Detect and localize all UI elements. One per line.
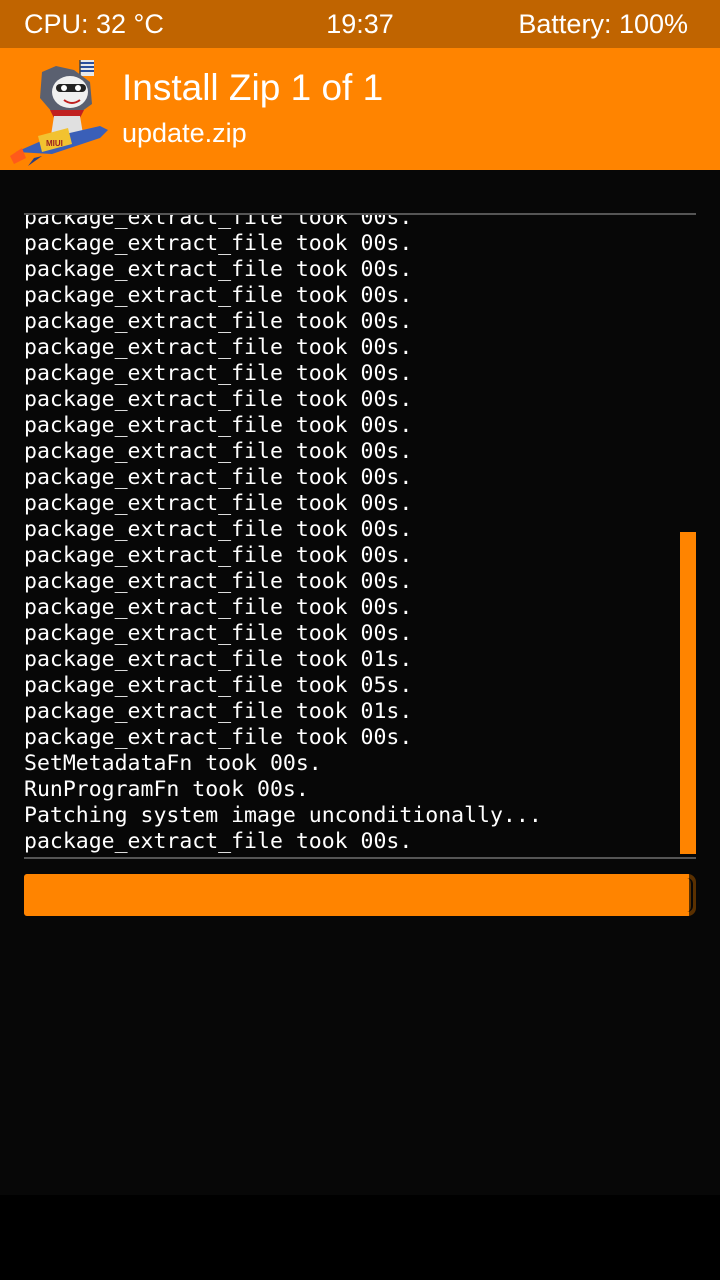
page-title: Install Zip 1 of 1 xyxy=(122,67,384,108)
battery-level: Battery: 100% xyxy=(518,9,688,39)
console-line: package_extract_file took 00s. xyxy=(24,595,413,620)
console-line: package_extract_file took 00s. xyxy=(24,413,413,438)
console-scrollbar[interactable] xyxy=(680,532,696,854)
console-line: package_extract_file took 00s. xyxy=(24,517,413,542)
console-line: package_extract_file took 00s. xyxy=(24,829,413,854)
logo-text: MIUI xyxy=(46,139,63,148)
progress-end-cap xyxy=(685,878,693,912)
console-line: package_extract_file took 00s. xyxy=(24,465,413,490)
console-line: package_extract_file took 00s. xyxy=(24,439,413,464)
console-line: package_extract_file took 00s. xyxy=(24,213,413,230)
header: MIUI Install Zip 1 of 1 update.zip xyxy=(0,48,720,170)
console-line: package_extract_file took 00s. xyxy=(24,543,413,568)
console-output[interactable]: package_extract_file took 00s. package_ex… xyxy=(24,213,696,859)
status-bar: CPU: 32 °C 19:37 Battery: 100% xyxy=(0,0,720,48)
console-line: package_extract_file took 00s. xyxy=(24,569,413,594)
console-line: package_extract_file took 01s. xyxy=(24,699,413,724)
console-line: package_extract_file took 00s. xyxy=(24,491,413,516)
console-line: package_extract_file took 05s. xyxy=(24,673,413,698)
console-line: package_extract_file took 00s. xyxy=(24,309,413,334)
recovery-screen: CPU: 32 °C 19:37 Battery: 100% MIUI Inst… xyxy=(0,0,720,1195)
console-lines: package_extract_file took 00s. package_ex… xyxy=(24,213,542,855)
console-line: SetMetadataFn took 00s. xyxy=(24,751,322,776)
console-line: package_extract_file took 00s. xyxy=(24,621,413,646)
zip-filename: update.zip xyxy=(122,118,247,148)
console-line: package_extract_file took 00s. xyxy=(24,387,413,412)
console-line: package_extract_file took 00s. xyxy=(24,335,413,360)
console-line: package_extract_file took 00s. xyxy=(24,231,413,256)
console-line: package_extract_file took 00s. xyxy=(24,361,413,386)
install-progress-bar xyxy=(24,874,696,916)
console-line: package_extract_file took 00s. xyxy=(24,283,413,308)
console-line: package_extract_file took 00s. xyxy=(24,257,413,282)
miui-mascot-logo-icon: MIUI xyxy=(10,60,108,166)
console-line: Patching system image unconditionally... xyxy=(24,803,542,828)
console-line: package_extract_file took 01s. xyxy=(24,647,413,672)
console-line: RunProgramFn took 00s. xyxy=(24,777,309,802)
progress-fill xyxy=(24,874,690,916)
console-line: package_extract_file took 00s. xyxy=(24,725,413,750)
